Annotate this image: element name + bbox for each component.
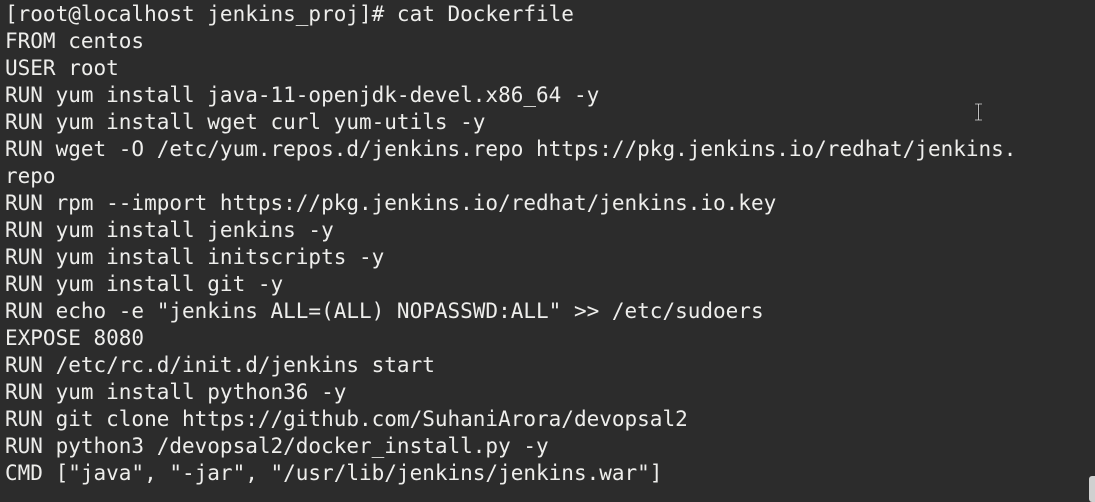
terminal-output[interactable]: [root@localhost jenkins_proj]# cat Docke… [5,1,1087,502]
terminal-line: RUN echo -e "jenkins ALL=(ALL) NOPASSWD:… [5,299,764,323]
terminal-line-prompt: [root@localhost jenkins_proj]# cat Docke… [5,2,574,26]
terminal-line: RUN rpm --import https://pkg.jenkins.io/… [5,191,777,215]
terminal-line: RUN python3 /devopsal2/docker_install.py… [5,434,549,458]
terminal-line: RUN git clone https://github.com/SuhaniA… [5,407,688,431]
terminal-line: RUN yum install wget curl yum-utils -y [5,110,486,134]
terminal-line: RUN yum install jenkins -y [5,218,334,242]
terminal-line: EXPOSE 8080 [5,326,145,350]
terminal-line: CMD ["java", "-jar", "/usr/lib/jenkins/j… [5,461,663,485]
scrollbar-thumb[interactable] [1089,476,1095,502]
terminal-line: RUN yum install git -y [5,272,284,296]
text-ibeam-cursor-icon [974,103,983,121]
terminal-line: USER root [5,56,119,80]
terminal-line: FROM centos [5,29,145,53]
terminal-line: RUN yum install python36 -y [5,380,347,404]
terminal-line: RUN wget -O /etc/yum.repos.d/jenkins.rep… [5,137,1017,161]
terminal-line: repo [5,164,56,188]
terminal-line: RUN yum install initscripts -y [5,245,385,269]
terminal-scrollbar[interactable] [1089,0,1095,502]
terminal-line: RUN /etc/rc.d/init.d/jenkins start [5,353,435,377]
terminal-line: RUN yum install java-11-openjdk-devel.x8… [5,83,600,107]
terminal-window[interactable]: [root@localhost jenkins_proj]# cat Docke… [0,0,1095,502]
